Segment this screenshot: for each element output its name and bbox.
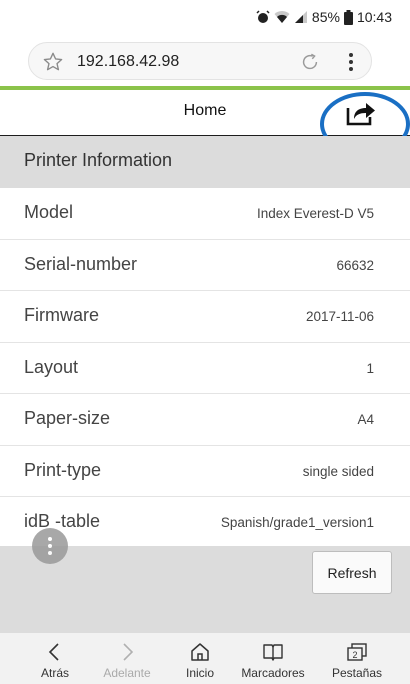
floating-menu-button[interactable] — [32, 528, 68, 564]
info-value: Index Everest-D V5 — [256, 206, 374, 221]
info-label: Firmware — [24, 305, 99, 325]
bookmarks-icon — [263, 644, 283, 661]
dot — [48, 537, 52, 541]
refresh-button[interactable]: Refresh — [312, 551, 392, 594]
info-row-firmware: Firmware 2017-11-06 — [0, 291, 410, 343]
share-icon[interactable] — [345, 99, 377, 127]
nav-forward[interactable]: Adelante — [86, 637, 168, 680]
forward-arrow-icon — [123, 643, 134, 661]
info-row-print-type: Print-type single sided — [0, 446, 410, 497]
info-label: Model — [24, 202, 74, 222]
bottom-navigation: Atrás Adelante Inicio Marcadores 2 Pesta… — [0, 632, 410, 684]
info-row-layout: Layout 1 — [0, 343, 410, 394]
app-header: Home — [0, 90, 410, 136]
status-indicators: 85% 10:43 — [256, 9, 392, 25]
info-label: Serial-number — [24, 253, 138, 274]
nav-label: Adelante — [103, 666, 151, 680]
info-label: Print-type — [24, 459, 102, 480]
more-vert-icon[interactable] — [341, 50, 361, 74]
clock: 10:43 — [356, 9, 392, 25]
url-box[interactable]: 192.168.42.98 — [28, 42, 372, 80]
back-arrow-icon — [48, 643, 59, 661]
wifi-icon — [274, 11, 290, 23]
nav-bookmarks[interactable]: Marcadores — [232, 637, 314, 680]
info-label: Paper-size — [24, 408, 111, 428]
dot — [48, 551, 52, 555]
section-header: Printer Information — [0, 136, 410, 188]
nav-back[interactable]: Atrás — [14, 637, 96, 680]
nav-label: Inicio — [185, 666, 214, 680]
info-value: 2017-11-06 — [305, 309, 374, 324]
nav-home[interactable]: Inicio — [159, 637, 241, 680]
info-label: idB -table — [24, 511, 101, 531]
nav-label: Pestañas — [331, 666, 383, 680]
nav-tabs[interactable]: 2 Pestañas — [316, 637, 398, 680]
star-icon[interactable] — [42, 51, 64, 73]
printer-info-list: Model Index Everest-D V5 Serial-number 6… — [0, 188, 410, 549]
signal-icon — [294, 11, 307, 23]
info-value: single sided — [302, 463, 374, 479]
tabs-icon: 2 — [347, 643, 367, 661]
dot — [48, 544, 52, 548]
info-value: 1 — [366, 360, 374, 376]
nav-label: Atrás — [40, 666, 69, 680]
url-text[interactable]: 192.168.42.98 — [77, 53, 179, 71]
alarm-icon — [256, 10, 270, 23]
nav-label: Marcadores — [241, 666, 305, 680]
info-label: Layout — [24, 356, 79, 377]
battery-icon — [343, 9, 353, 25]
home-icon — [191, 643, 209, 661]
reload-icon[interactable] — [299, 51, 321, 73]
browser-address-bar: 192.168.42.98 — [0, 32, 410, 90]
battery-percent: 85% — [311, 9, 340, 25]
section-title: Printer Information — [24, 150, 173, 170]
info-value: 66632 — [336, 257, 374, 273]
info-row-model: Model Index Everest-D V5 — [0, 188, 410, 240]
svg-text:2: 2 — [352, 650, 357, 660]
info-value: Spanish/grade1_version1 — [220, 515, 374, 530]
info-row-serial-number: Serial-number 66632 — [0, 240, 410, 291]
info-value: A4 — [357, 412, 374, 427]
status-bar: 85% 10:43 — [0, 0, 410, 32]
info-row-paper-size: Paper-size A4 — [0, 394, 410, 446]
